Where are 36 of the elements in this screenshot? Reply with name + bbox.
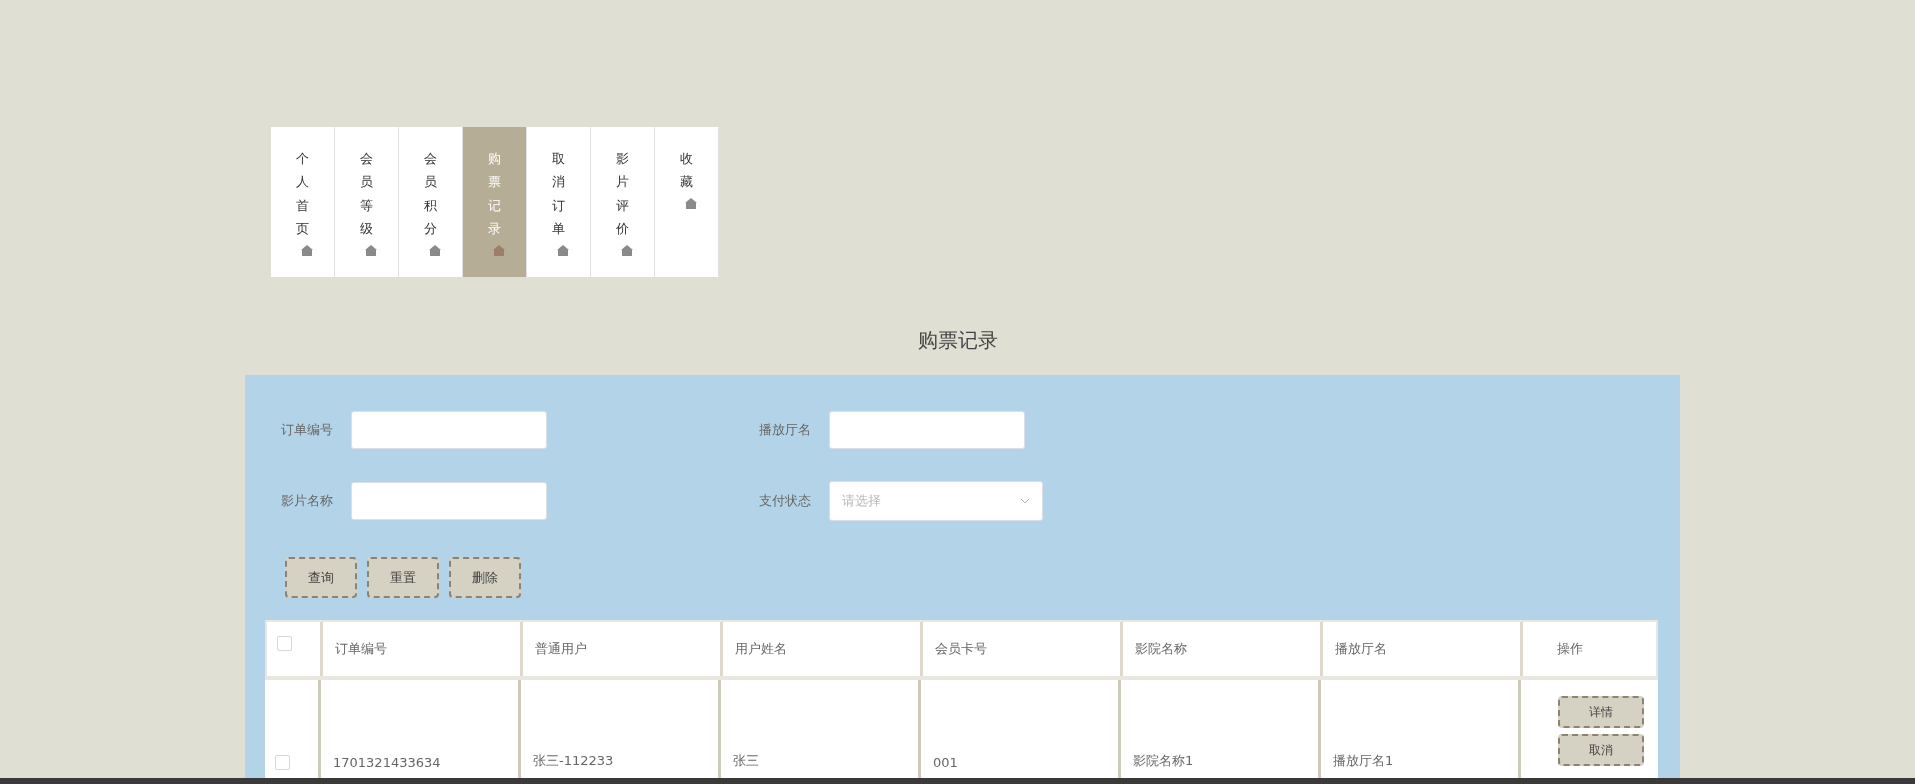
house-icon	[556, 244, 569, 256]
column-header: 影院名称	[1123, 622, 1323, 676]
nav-tab[interactable]: 会员积分	[399, 127, 463, 277]
house-icon	[428, 244, 441, 256]
checkbox[interactable]	[275, 755, 290, 770]
column-header: 播放厅名	[1323, 622, 1523, 676]
column-header: 普通用户	[523, 622, 723, 676]
house-icon	[364, 244, 377, 256]
row-button[interactable]: 取消	[1557, 734, 1644, 766]
action-button[interactable]: 查询	[285, 557, 357, 598]
nav-tab[interactable]: 收藏	[655, 127, 719, 277]
column-header: 订单编号	[323, 622, 523, 676]
checkbox[interactable]	[277, 636, 292, 651]
nav-tab[interactable]: 影片评价	[591, 127, 655, 277]
house-icon	[620, 244, 633, 256]
house-icon	[684, 197, 697, 209]
field-label: 支付状态	[759, 492, 812, 510]
action-button[interactable]: 删除	[449, 557, 521, 598]
input-field[interactable]	[351, 411, 547, 449]
row-button[interactable]: 详情	[1557, 696, 1644, 728]
chevron-down-icon	[1020, 498, 1030, 504]
house-icon	[492, 244, 505, 256]
nav-tab[interactable]: 取消订单	[527, 127, 591, 277]
field-label: 影片名称	[281, 492, 334, 510]
column-header: 用户姓名	[723, 622, 923, 676]
nav-tab[interactable]: 会员等级	[335, 127, 399, 277]
page-title: 购票记录	[916, 327, 999, 354]
nav-tab[interactable]: 个人首页	[271, 127, 335, 277]
house-icon	[300, 244, 313, 256]
column-header: 操作	[1556, 640, 1584, 658]
field-label: 订单编号	[281, 421, 334, 439]
input-field[interactable]	[351, 482, 547, 520]
input-field[interactable]	[829, 411, 1025, 449]
action-button[interactable]: 重置	[367, 557, 439, 598]
field-label: 播放厅名	[759, 421, 812, 439]
column-header: 会员卡号	[923, 622, 1123, 676]
